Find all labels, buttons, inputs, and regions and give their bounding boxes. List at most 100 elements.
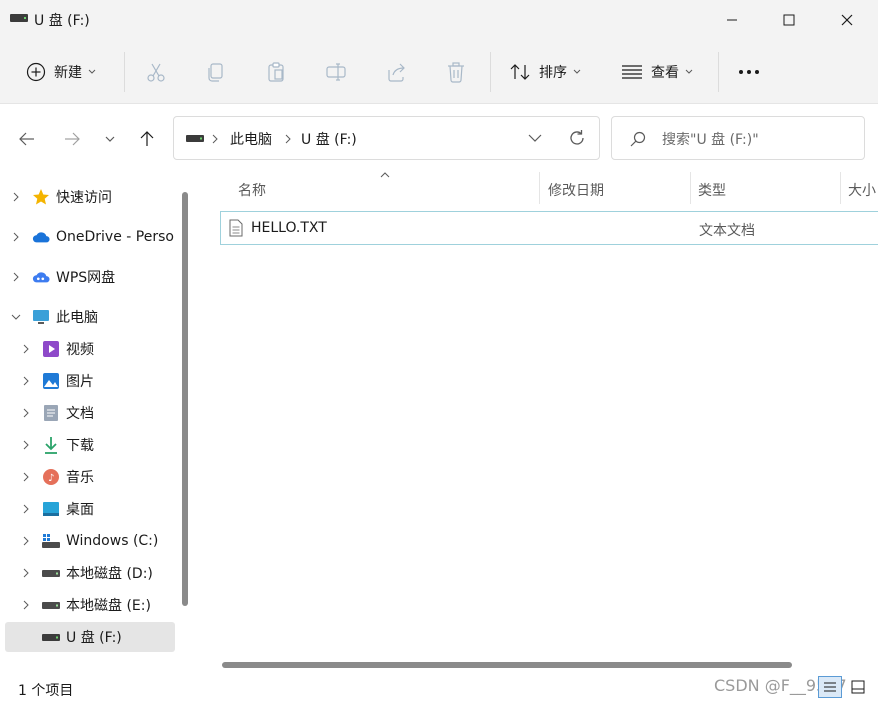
new-button-label: 新建 [54,65,82,81]
table-row[interactable]: HELLO.TXT 文本文档 [220,211,878,245]
chevron-right-icon[interactable] [20,375,32,387]
sidebar-item-drive-e[interactable]: 本地磁盘 (E:) [20,590,200,620]
column-header-type[interactable]: 类型 [698,180,726,200]
drive-icon [186,135,204,142]
sidebar-item-drive-d[interactable]: 本地磁盘 (D:) [20,558,200,588]
chevron-right-icon [212,134,218,144]
drive-icon [42,596,60,614]
onedrive-cloud-icon [32,228,50,246]
chevron-down-icon[interactable] [528,134,542,143]
view-button-label: 查看 [651,65,679,81]
sidebar-item-quick-access[interactable]: 快速访问 [10,182,190,212]
paste-button[interactable] [265,40,287,104]
sort-button-label: 排序 [539,65,567,81]
recent-locations-button[interactable] [96,125,124,153]
details-view-button[interactable] [818,676,842,698]
delete-icon [448,62,464,83]
column-header-modified[interactable]: 修改日期 [548,180,604,200]
column-header-name[interactable]: 名称 [238,180,266,200]
text-file-icon [229,219,243,237]
chevron-right-icon[interactable] [10,231,22,243]
minimize-button[interactable] [703,0,761,40]
column-header-size[interactable]: 大小 [848,180,876,200]
paste-icon [268,62,284,82]
windows-drive-icon [42,532,60,550]
breadcrumb-this-pc[interactable]: 此电脑 [230,129,272,149]
more-button[interactable] [738,40,760,104]
usb-drive-icon [42,628,60,646]
refresh-icon[interactable] [568,129,586,147]
sidebar-item-onedrive[interactable]: OneDrive - Perso [10,222,190,252]
chevron-right-icon[interactable] [20,343,32,355]
file-name: HELLO.TXT [251,220,327,236]
sidebar-item-wps-cloud[interactable]: WPS网盘 [10,262,190,292]
drive-icon [42,564,60,582]
music-icon: ♪ [42,468,60,486]
column-divider[interactable] [690,172,691,204]
navigation-pane: 快速访问 OneDrive - Perso WPS网盘 此电脑 视频 图片 文档… [0,172,195,672]
chevron-right-icon[interactable] [20,439,32,451]
search-box[interactable]: 搜索"U 盘 (F:)" [611,116,865,160]
forward-button[interactable] [58,125,86,153]
chevron-right-icon[interactable] [20,631,32,643]
cut-button[interactable] [145,40,167,104]
view-button[interactable]: 查看 [621,40,693,104]
copy-icon [208,63,223,82]
chevron-right-icon[interactable] [20,599,32,611]
address-bar[interactable]: 此电脑 U 盘 (F:) [173,116,600,160]
chevron-down-icon [88,69,96,74]
sort-button[interactable]: 排序 [509,40,581,104]
breadcrumb-usb-drive[interactable]: U 盘 (F:) [301,129,357,149]
sidebar-item-downloads[interactable]: 下载 [20,430,200,460]
file-list-pane: 名称 修改日期 类型 大小 HELLO.TXT 文本文档 [202,172,878,672]
share-button[interactable] [385,40,407,104]
copy-button[interactable] [205,40,227,104]
search-input-placeholder[interactable]: 搜索"U 盘 (F:)" [662,129,759,149]
pictures-icon [42,372,60,390]
svg-text:♪: ♪ [48,473,54,484]
toolbar-divider [490,52,491,92]
download-icon [42,436,60,454]
new-button[interactable]: 新建 [26,40,96,104]
wps-cloud-icon [32,268,50,286]
back-button[interactable] [13,125,41,153]
sidebar-item-drive-c[interactable]: Windows (C:) [20,526,200,556]
minimize-icon [727,19,737,21]
chevron-right-icon[interactable] [20,567,32,579]
chevron-right-icon[interactable] [20,535,32,547]
computer-icon [32,308,50,326]
column-divider[interactable] [539,172,540,204]
chevron-down-icon [685,69,693,74]
chevron-right-icon[interactable] [20,407,32,419]
horizontal-scrollbar[interactable] [222,662,792,668]
sidebar-item-music[interactable]: ♪ 音乐 [20,462,200,492]
more-icon [739,70,759,74]
search-icon [630,131,646,147]
close-icon [841,14,853,26]
star-icon [32,188,50,206]
sidebar-item-desktop[interactable]: 桌面 [20,494,200,524]
sidebar-item-pictures[interactable]: 图片 [20,366,200,396]
sidebar-scrollbar[interactable] [182,192,188,606]
chevron-down-icon [105,136,115,142]
rename-button[interactable] [325,40,347,104]
sidebar-item-usb-drive[interactable]: U 盘 (F:) [5,622,175,652]
sidebar-item-videos[interactable]: 视频 [20,334,200,364]
close-button[interactable] [818,0,876,40]
plus-circle-icon [26,62,46,82]
delete-button[interactable] [445,40,467,104]
chevron-right-icon[interactable] [10,191,22,203]
chevron-right-icon[interactable] [10,271,22,283]
sidebar-item-documents[interactable]: 文档 [20,398,200,428]
maximize-button[interactable] [760,0,818,40]
thumbnail-view-button[interactable] [846,676,870,698]
chevron-right-icon[interactable] [20,503,32,515]
arrow-right-icon [65,132,80,146]
chevron-right-icon[interactable] [20,471,32,483]
column-divider[interactable] [840,172,841,204]
chevron-down-icon[interactable] [10,311,22,323]
maximize-icon [783,14,795,26]
up-button[interactable] [133,125,161,153]
sidebar-item-this-pc[interactable]: 此电脑 [10,302,190,332]
title-bar: U 盘 (F:) [0,0,878,40]
